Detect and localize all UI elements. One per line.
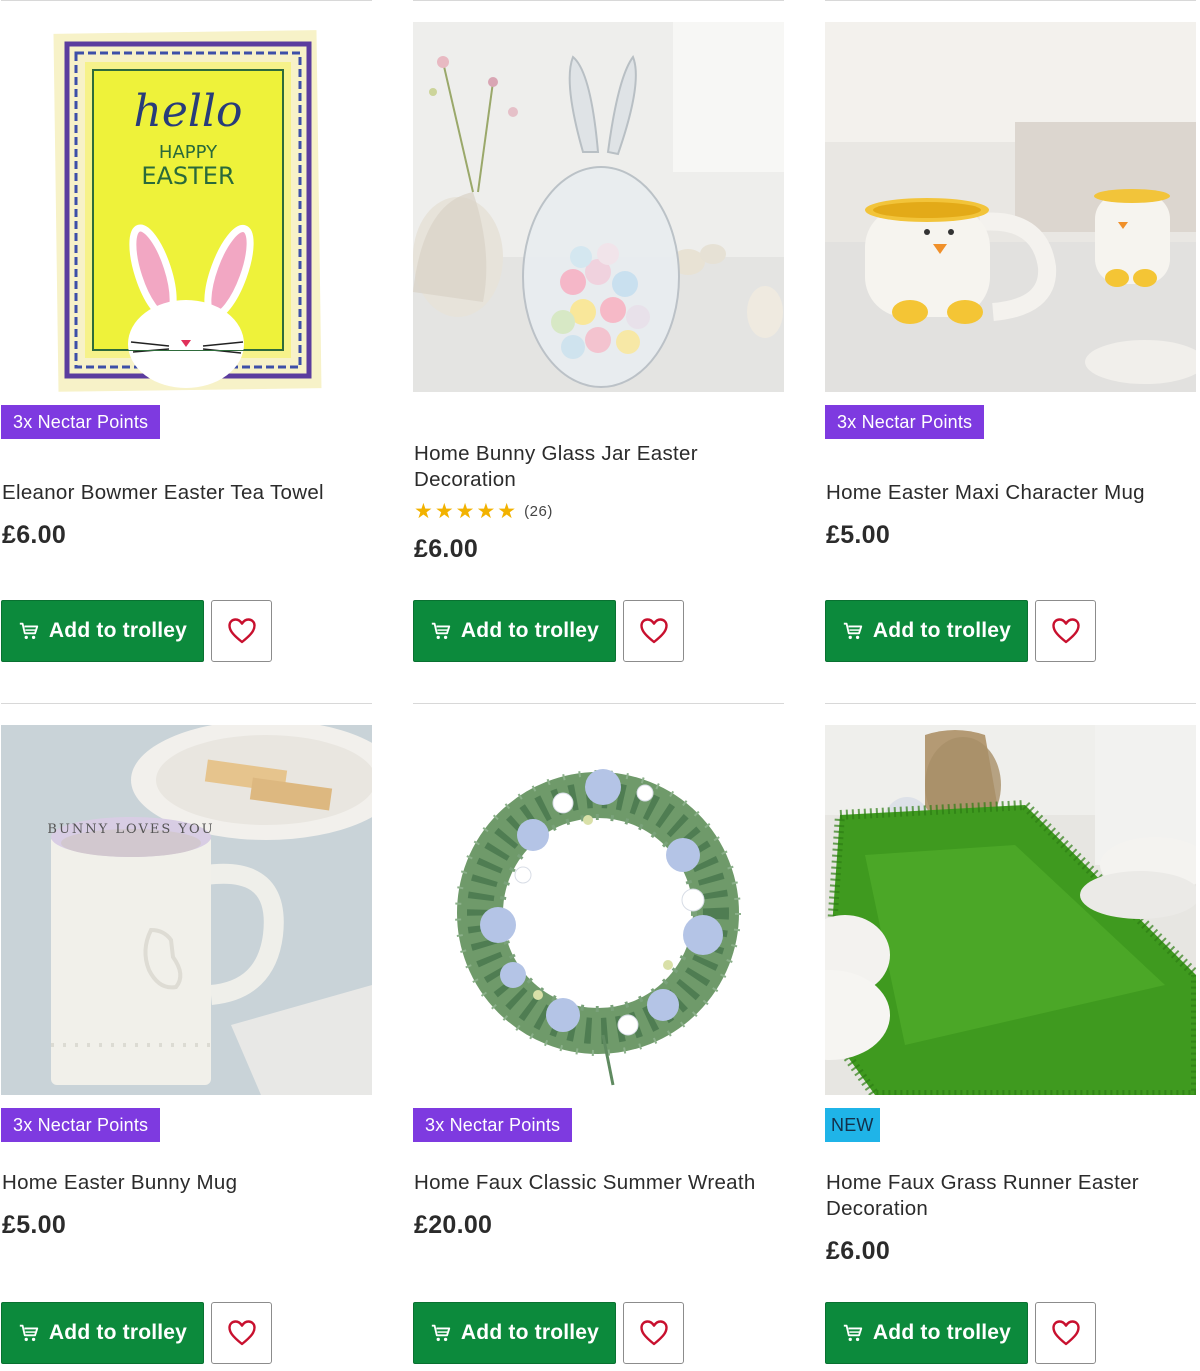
product-card: BUNNY LOVES YOU 3x Nectar Points Home Ea… [1, 703, 372, 1371]
tea-towel-image: hello HAPPY EASTER [1, 22, 372, 392]
heart-icon [227, 1320, 256, 1346]
add-to-trolley-label: Add to trolley [48, 1321, 188, 1344]
favourite-button[interactable] [211, 600, 272, 662]
product-card: NEW Home Faux Grass Runner Easter Decora… [825, 703, 1196, 1371]
divider [1, 703, 372, 704]
add-to-trolley-label: Add to trolley [872, 619, 1012, 642]
product-image[interactable] [825, 22, 1196, 392]
nectar-points-badge: 3x Nectar Points [413, 1108, 573, 1142]
trolley-icon [431, 1324, 451, 1342]
heart-icon [639, 618, 668, 644]
product-card: 3x Nectar Points Home Faux Classic Summe… [413, 703, 784, 1371]
add-to-trolley-button[interactable]: Add to trolley [1, 1302, 204, 1364]
chick-mug-image [825, 22, 1196, 392]
add-to-trolley-button[interactable]: Add to trolley [413, 600, 616, 662]
trolley-icon [19, 622, 39, 640]
image-text-happy: HAPPY [159, 142, 218, 163]
favourite-button[interactable] [1035, 1302, 1096, 1364]
new-badge: NEW [825, 1108, 880, 1142]
add-to-trolley-label: Add to trolley [460, 619, 600, 642]
favourite-button[interactable] [1035, 600, 1096, 662]
product-image[interactable]: BUNNY LOVES YOU [1, 725, 372, 1095]
favourite-button[interactable] [623, 1302, 684, 1364]
product-card: hello HAPPY EASTER 3x Nectar Points Elea… [1, 0, 372, 680]
product-title[interactable]: Eleanor Bowmer Easter Tea Towel [2, 480, 362, 506]
product-price: £5.00 [2, 1211, 67, 1239]
image-text-hello: hello [133, 86, 242, 137]
product-price: £6.00 [414, 535, 479, 563]
product-title[interactable]: Home Bunny Glass Jar Easter Decoration [414, 441, 714, 493]
divider [825, 703, 1196, 704]
divider [413, 703, 784, 704]
product-title[interactable]: Home Faux Classic Summer Wreath [414, 1170, 774, 1196]
add-to-trolley-button[interactable]: Add to trolley [1, 600, 204, 662]
product-image[interactable]: hello HAPPY EASTER [1, 22, 372, 392]
product-card: 3x Nectar Points Home Easter Maxi Charac… [825, 0, 1196, 680]
add-to-trolley-label: Add to trolley [460, 1321, 600, 1344]
nectar-points-badge: 3x Nectar Points [1, 405, 161, 439]
heart-icon [1051, 618, 1080, 644]
nectar-points-badge: 3x Nectar Points [825, 405, 985, 439]
grass-runner-image [825, 725, 1196, 1095]
heart-icon [227, 618, 256, 644]
product-price: £6.00 [826, 1237, 891, 1265]
product-title[interactable]: Home Easter Maxi Character Mug [826, 480, 1186, 506]
nectar-points-badge: 3x Nectar Points [1, 1108, 161, 1142]
image-text-bunny-loves-you: BUNNY LOVES YOU [47, 822, 214, 837]
divider [825, 0, 1196, 1]
star-rating[interactable]: ★★★★★ (26) [414, 499, 553, 523]
product-image[interactable] [413, 22, 784, 392]
add-to-trolley-button[interactable]: Add to trolley [825, 600, 1028, 662]
favourite-button[interactable] [623, 600, 684, 662]
trolley-icon [19, 1324, 39, 1342]
divider [1, 0, 372, 1]
wreath-image [413, 725, 784, 1095]
add-to-trolley-button[interactable]: Add to trolley [825, 1302, 1028, 1364]
favourite-button[interactable] [211, 1302, 272, 1364]
heart-icon [1051, 1320, 1080, 1346]
trolley-icon [843, 1324, 863, 1342]
product-card: Home Bunny Glass Jar Easter Decoration ★… [413, 0, 784, 680]
add-to-trolley-button[interactable]: Add to trolley [413, 1302, 616, 1364]
add-to-trolley-label: Add to trolley [48, 619, 188, 642]
heart-icon [639, 1320, 668, 1346]
product-image[interactable] [825, 725, 1196, 1095]
divider [413, 0, 784, 1]
product-title[interactable]: Home Faux Grass Runner Easter Decoration [826, 1170, 1146, 1222]
trolley-icon [843, 622, 863, 640]
rating-count: (26) [524, 502, 553, 520]
rating-stars-icon: ★★★★★ [414, 499, 519, 523]
product-price: £6.00 [2, 521, 67, 549]
product-price: £20.00 [414, 1211, 493, 1239]
product-title[interactable]: Home Easter Bunny Mug [2, 1170, 362, 1196]
product-image[interactable] [413, 725, 784, 1095]
add-to-trolley-label: Add to trolley [872, 1321, 1012, 1344]
trolley-icon [431, 622, 451, 640]
glass-bunny-jar-image [413, 22, 784, 392]
image-text-easter: EASTER [141, 162, 234, 190]
product-price: £5.00 [826, 521, 891, 549]
bunny-mug-image: BUNNY LOVES YOU [1, 725, 372, 1095]
